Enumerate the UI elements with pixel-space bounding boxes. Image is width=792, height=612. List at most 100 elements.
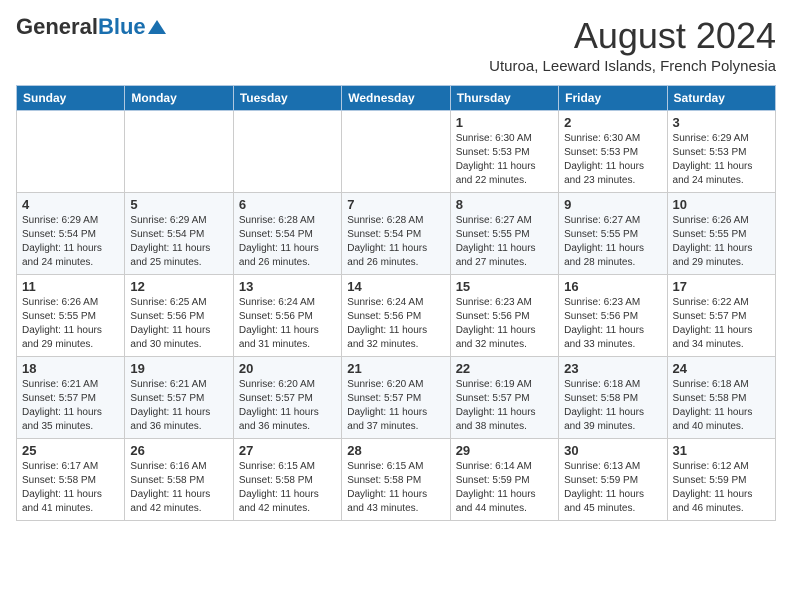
day-number: 11	[22, 279, 119, 294]
logo: GeneralBlue	[16, 16, 166, 38]
calendar-cell: 25Sunrise: 6:17 AM Sunset: 5:58 PM Dayli…	[17, 438, 125, 520]
day-info: Sunrise: 6:20 AM Sunset: 5:57 PM Dayligh…	[347, 378, 444, 434]
month-year: August 2024	[489, 16, 776, 56]
calendar-cell: 12Sunrise: 6:25 AM Sunset: 5:56 PM Dayli…	[125, 274, 233, 356]
day-info: Sunrise: 6:15 AM Sunset: 5:58 PM Dayligh…	[347, 460, 444, 516]
day-number: 12	[130, 279, 227, 294]
day-info: Sunrise: 6:13 AM Sunset: 5:59 PM Dayligh…	[564, 460, 661, 516]
day-info: Sunrise: 6:28 AM Sunset: 5:54 PM Dayligh…	[239, 214, 336, 270]
day-number: 3	[673, 115, 770, 130]
day-info: Sunrise: 6:29 AM Sunset: 5:54 PM Dayligh…	[130, 214, 227, 270]
day-number: 27	[239, 443, 336, 458]
day-info: Sunrise: 6:22 AM Sunset: 5:57 PM Dayligh…	[673, 296, 770, 352]
day-info: Sunrise: 6:27 AM Sunset: 5:55 PM Dayligh…	[564, 214, 661, 270]
day-number: 29	[456, 443, 553, 458]
day-info: Sunrise: 6:30 AM Sunset: 5:53 PM Dayligh…	[456, 132, 553, 188]
logo-general: General	[16, 14, 98, 39]
calendar-cell: 28Sunrise: 6:15 AM Sunset: 5:58 PM Dayli…	[342, 438, 450, 520]
calendar-cell: 10 Sunrise: 6:26 AM Sunset: 5:55 PM Dayli…	[667, 192, 775, 274]
calendar-week-5: 25Sunrise: 6:17 AM Sunset: 5:58 PM Dayli…	[17, 438, 776, 520]
calendar-cell	[233, 110, 341, 192]
day-number: 23	[564, 361, 661, 376]
calendar-cell: 31Sunrise: 6:12 AM Sunset: 5:59 PM Dayli…	[667, 438, 775, 520]
calendar-cell: 17 Sunrise: 6:22 AM Sunset: 5:57 PM Dayli…	[667, 274, 775, 356]
day-info: Sunrise: 6:15 AM Sunset: 5:58 PM Dayligh…	[239, 460, 336, 516]
calendar-cell: 13 Sunrise: 6:24 AM Sunset: 5:56 PM Dayli…	[233, 274, 341, 356]
day-number: 9	[564, 197, 661, 212]
day-info: Sunrise: 6:29 AM Sunset: 5:53 PM Dayligh…	[673, 132, 770, 188]
day-number: 6	[239, 197, 336, 212]
calendar-cell: 4Sunrise: 6:29 AM Sunset: 5:54 PM Daylig…	[17, 192, 125, 274]
logo-text: GeneralBlue	[16, 16, 146, 38]
calendar-cell: 1Sunrise: 6:30 AM Sunset: 5:53 PM Daylig…	[450, 110, 558, 192]
day-number: 13	[239, 279, 336, 294]
location: Uturoa, Leeward Islands, French Polynesi…	[489, 58, 776, 75]
column-header-tuesday: Tuesday	[233, 85, 341, 110]
day-number: 24	[673, 361, 770, 376]
day-number: 22	[456, 361, 553, 376]
day-info: Sunrise: 6:21 AM Sunset: 5:57 PM Dayligh…	[130, 378, 227, 434]
day-info: Sunrise: 6:18 AM Sunset: 5:58 PM Dayligh…	[673, 378, 770, 434]
column-header-wednesday: Wednesday	[342, 85, 450, 110]
column-header-saturday: Saturday	[667, 85, 775, 110]
page-header: GeneralBlue August 2024 Uturoa, Leeward …	[16, 16, 776, 75]
day-info: Sunrise: 6:26 AM Sunset: 5:55 PM Dayligh…	[673, 214, 770, 270]
calendar-cell: 6 Sunrise: 6:28 AM Sunset: 5:54 PM Daylig…	[233, 192, 341, 274]
calendar-week-4: 18 Sunrise: 6:21 AM Sunset: 5:57 PM Dayli…	[17, 356, 776, 438]
day-info: Sunrise: 6:28 AM Sunset: 5:54 PM Dayligh…	[347, 214, 444, 270]
day-info: Sunrise: 6:18 AM Sunset: 5:58 PM Dayligh…	[564, 378, 661, 434]
calendar-cell: 22 Sunrise: 6:19 AM Sunset: 5:57 PM Dayli…	[450, 356, 558, 438]
day-number: 30	[564, 443, 661, 458]
day-info: Sunrise: 6:14 AM Sunset: 5:59 PM Dayligh…	[456, 460, 553, 516]
day-number: 10	[673, 197, 770, 212]
day-number: 20	[239, 361, 336, 376]
day-info: Sunrise: 6:16 AM Sunset: 5:58 PM Dayligh…	[130, 460, 227, 516]
day-info: Sunrise: 6:12 AM Sunset: 5:59 PM Dayligh…	[673, 460, 770, 516]
column-header-sunday: Sunday	[17, 85, 125, 110]
calendar-cell: 30 Sunrise: 6:13 AM Sunset: 5:59 PM Dayli…	[559, 438, 667, 520]
day-info: Sunrise: 6:30 AM Sunset: 5:53 PM Dayligh…	[564, 132, 661, 188]
day-info: Sunrise: 6:24 AM Sunset: 5:56 PM Dayligh…	[347, 296, 444, 352]
calendar-cell: 27 Sunrise: 6:15 AM Sunset: 5:58 PM Dayli…	[233, 438, 341, 520]
logo-icon	[148, 20, 166, 34]
day-info: Sunrise: 6:27 AM Sunset: 5:55 PM Dayligh…	[456, 214, 553, 270]
calendar-cell: 11 Sunrise: 6:26 AM Sunset: 5:55 PM Dayli…	[17, 274, 125, 356]
day-number: 19	[130, 361, 227, 376]
day-number: 21	[347, 361, 444, 376]
column-header-monday: Monday	[125, 85, 233, 110]
day-info: Sunrise: 6:26 AM Sunset: 5:55 PM Dayligh…	[22, 296, 119, 352]
calendar-cell	[342, 110, 450, 192]
day-number: 2	[564, 115, 661, 130]
calendar-cell	[17, 110, 125, 192]
column-header-thursday: Thursday	[450, 85, 558, 110]
day-info: Sunrise: 6:17 AM Sunset: 5:58 PM Dayligh…	[22, 460, 119, 516]
calendar-cell: 18Sunrise: 6:21 AM Sunset: 5:57 PM Dayli…	[17, 356, 125, 438]
calendar-cell: 2 Sunrise: 6:30 AM Sunset: 5:53 PM Daylig…	[559, 110, 667, 192]
calendar-cell: 9 Sunrise: 6:27 AM Sunset: 5:55 PM Daylig…	[559, 192, 667, 274]
day-number: 17	[673, 279, 770, 294]
calendar-cell	[125, 110, 233, 192]
day-info: Sunrise: 6:19 AM Sunset: 5:57 PM Dayligh…	[456, 378, 553, 434]
calendar-cell: 5 Sunrise: 6:29 AM Sunset: 5:54 PM Daylig…	[125, 192, 233, 274]
calendar-week-3: 11 Sunrise: 6:26 AM Sunset: 5:55 PM Dayli…	[17, 274, 776, 356]
calendar: SundayMondayTuesdayWednesdayThursdayFrid…	[16, 85, 776, 521]
calendar-week-2: 4 Sunrise: 6:29 AM Sunset: 5:54 PM Daylig…	[17, 192, 776, 274]
day-number: 4	[22, 197, 119, 212]
calendar-cell: 29 Sunrise: 6:14 AM Sunset: 5:59 PM Dayli…	[450, 438, 558, 520]
calendar-cell: 15Sunrise: 6:23 AM Sunset: 5:56 PM Dayli…	[450, 274, 558, 356]
day-number: 14	[347, 279, 444, 294]
day-info: Sunrise: 6:24 AM Sunset: 5:56 PM Dayligh…	[239, 296, 336, 352]
day-number: 18	[22, 361, 119, 376]
day-number: 5	[130, 197, 227, 212]
day-info: Sunrise: 6:23 AM Sunset: 5:56 PM Dayligh…	[456, 296, 553, 352]
calendar-cell: 14 Sunrise: 6:24 AM Sunset: 5:56 PM Dayli…	[342, 274, 450, 356]
calendar-cell: 19 Sunrise: 6:21 AM Sunset: 5:57 PM Dayli…	[125, 356, 233, 438]
calendar-cell: 3 Sunrise: 6:29 AM Sunset: 5:53 PM Daylig…	[667, 110, 775, 192]
day-number: 7	[347, 197, 444, 212]
day-info: Sunrise: 6:23 AM Sunset: 5:56 PM Dayligh…	[564, 296, 661, 352]
calendar-cell: 26Sunrise: 6:16 AM Sunset: 5:58 PM Dayli…	[125, 438, 233, 520]
calendar-week-1: 1Sunrise: 6:30 AM Sunset: 5:53 PM Daylig…	[17, 110, 776, 192]
calendar-cell: 23 Sunrise: 6:18 AM Sunset: 5:58 PM Dayli…	[559, 356, 667, 438]
calendar-cell: 20Sunrise: 6:20 AM Sunset: 5:57 PM Dayli…	[233, 356, 341, 438]
calendar-cell: 8Sunrise: 6:27 AM Sunset: 5:55 PM Daylig…	[450, 192, 558, 274]
